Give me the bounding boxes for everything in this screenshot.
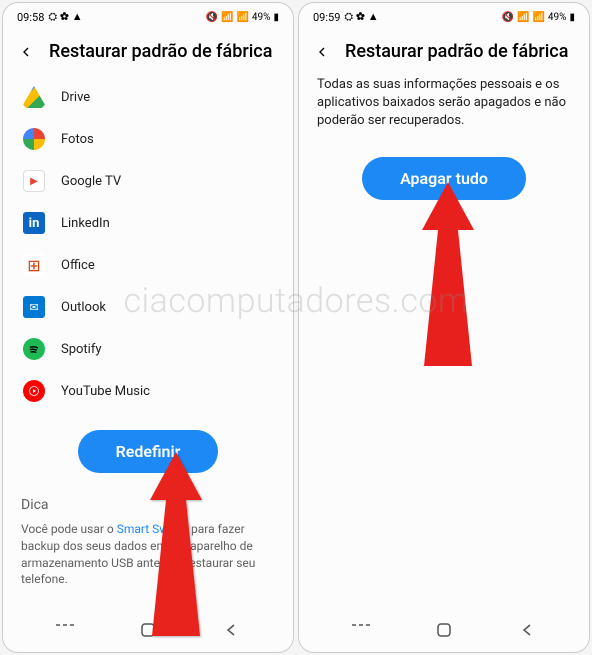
status-wifi-icon: 📶 xyxy=(221,12,233,23)
reset-button[interactable]: Redefinir xyxy=(78,430,219,473)
status-mute-icon: 🔇 xyxy=(502,12,514,23)
navigation-bar xyxy=(299,610,589,652)
list-item: Drive xyxy=(21,76,275,118)
home-button[interactable] xyxy=(424,620,464,640)
status-battery: 49% xyxy=(548,12,567,23)
app-name: LinkedIn xyxy=(61,216,110,231)
office-icon: ⊞ xyxy=(23,254,45,276)
tip-section: Dica Você pode usar o Smart Switch para … xyxy=(21,485,275,588)
status-icons-left: ⛭ ✿ ▲ xyxy=(344,10,378,24)
page-header: Restaurar padrão de fábrica xyxy=(299,31,589,76)
warning-text: Todas as suas informações pessoais e os … xyxy=(317,76,571,139)
recents-button[interactable] xyxy=(45,620,85,640)
status-battery: 49% xyxy=(252,12,271,23)
smart-switch-link[interactable]: Smart Switch xyxy=(117,522,188,536)
nav-back-button[interactable] xyxy=(211,620,251,640)
app-name: Drive xyxy=(61,90,90,105)
nav-back-button[interactable] xyxy=(507,620,547,640)
status-signal-icon: 📶 xyxy=(236,12,248,23)
status-mute-icon: 🔇 xyxy=(206,12,218,23)
status-bar: 09:59 ⛭ ✿ ▲ 🔇 📶 📶 49% ▮ xyxy=(299,3,589,31)
list-item: Fotos xyxy=(21,118,275,160)
tip-text: Você pode usar o Smart Switch para fazer… xyxy=(21,521,275,588)
status-bar: 09:58 ⛭ ✿ ▲ 🔇 📶 📶 49% ▮ xyxy=(3,3,293,31)
photos-icon xyxy=(23,128,45,150)
content-area: Todas as suas informações pessoais e os … xyxy=(299,76,589,610)
battery-icon: ▮ xyxy=(273,12,279,23)
page-title: Restaurar padrão de fábrica xyxy=(345,41,568,62)
list-item: YouTube Music xyxy=(21,370,275,412)
spotify-icon xyxy=(23,338,45,360)
list-item: ▶ Google TV xyxy=(21,160,275,202)
status-signal-icon: 📶 xyxy=(532,12,544,23)
home-button[interactable] xyxy=(128,620,168,640)
status-time: 09:58 xyxy=(17,11,44,24)
status-time: 09:59 xyxy=(313,11,340,24)
linkedin-icon: in xyxy=(23,212,45,234)
ytmusic-icon xyxy=(23,380,45,402)
app-name: Google TV xyxy=(61,174,121,189)
phone-screen-right: 09:59 ⛭ ✿ ▲ 🔇 📶 📶 49% ▮ Restaurar padrão… xyxy=(298,2,590,653)
erase-all-button[interactable]: Apagar tudo xyxy=(362,157,526,200)
list-item: ✉ Outlook xyxy=(21,286,275,328)
navigation-bar xyxy=(3,610,293,652)
status-wifi-icon: 📶 xyxy=(517,12,529,23)
drive-icon xyxy=(23,86,45,108)
googletv-icon: ▶ xyxy=(23,170,45,192)
phone-screen-left: 09:58 ⛭ ✿ ▲ 🔇 📶 📶 49% ▮ Restaurar padrão… xyxy=(2,2,294,653)
status-icons-left: ⛭ ✿ ▲ xyxy=(48,10,82,24)
list-item: in LinkedIn xyxy=(21,202,275,244)
app-name: Fotos xyxy=(61,132,94,147)
outlook-icon: ✉ xyxy=(23,296,45,318)
page-header: Restaurar padrão de fábrica xyxy=(3,31,293,76)
list-item: ⊞ Office xyxy=(21,244,275,286)
app-name: YouTube Music xyxy=(61,384,150,399)
app-list: Drive Fotos ▶ Google TV in LinkedIn ⊞ Offic… xyxy=(21,76,275,412)
back-button[interactable] xyxy=(17,43,35,61)
tip-title: Dica xyxy=(21,497,275,513)
app-name: Spotify xyxy=(61,342,102,357)
page-title: Restaurar padrão de fábrica xyxy=(49,41,272,62)
app-name: Outlook xyxy=(61,300,106,315)
battery-icon: ▮ xyxy=(569,12,575,23)
list-item: Spotify xyxy=(21,328,275,370)
app-name: Office xyxy=(61,258,95,273)
back-button[interactable] xyxy=(313,43,331,61)
recents-button[interactable] xyxy=(341,620,381,640)
content-area: Drive Fotos ▶ Google TV in LinkedIn ⊞ Offic… xyxy=(3,76,293,610)
